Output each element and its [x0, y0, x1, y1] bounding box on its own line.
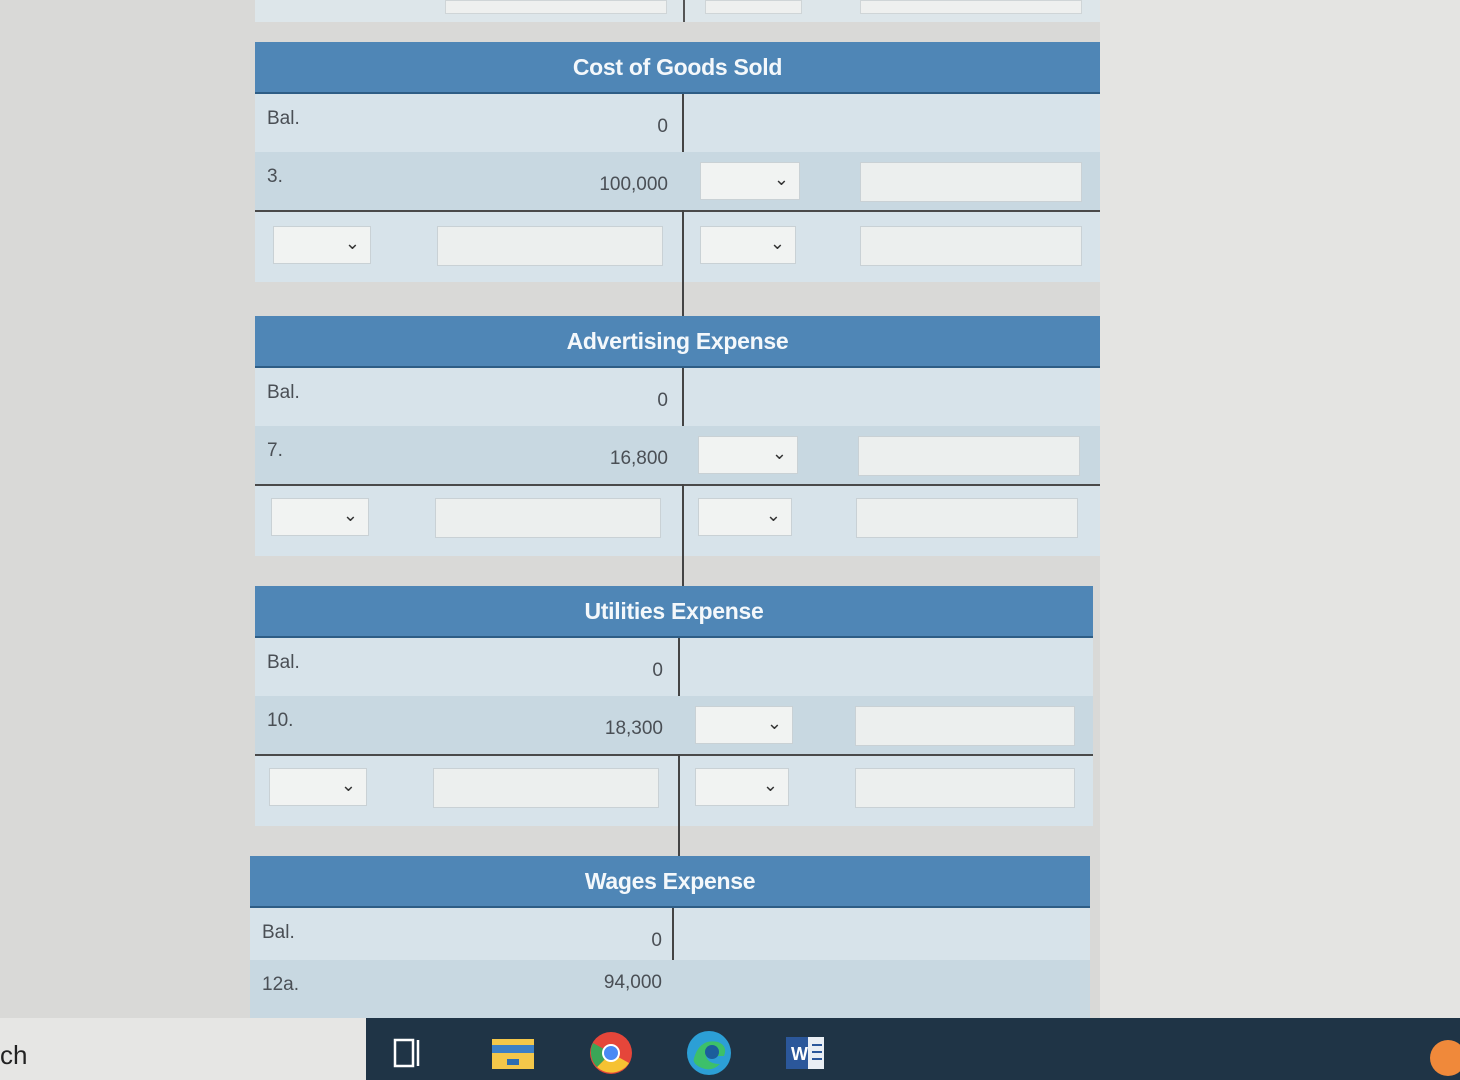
file-explorer-icon[interactable]	[490, 1030, 536, 1076]
total-row: ⌄ ⌄	[255, 212, 1100, 282]
credit-label-select[interactable]: ⌄	[695, 706, 793, 744]
chevron-down-icon: ⌄	[766, 713, 782, 733]
credit-amount-input[interactable]	[858, 436, 1080, 476]
credit-label-select[interactable]: ⌄	[698, 498, 792, 536]
entry-label: 10.	[267, 710, 294, 731]
notification-icon[interactable]	[1430, 1040, 1460, 1076]
total-row: ⌄ ⌄	[255, 486, 1100, 556]
debit-row: Bal. 0	[250, 908, 1090, 960]
entry-label: Bal.	[267, 382, 300, 403]
entry-label: 3.	[267, 166, 283, 187]
chrome-icon[interactable]	[588, 1030, 634, 1076]
debit-total-input[interactable]	[437, 226, 663, 266]
total-row: ⌄ ⌄	[255, 756, 1093, 826]
previous-account-bottom	[255, 0, 1100, 22]
entry-label: 7.	[267, 440, 283, 461]
chevron-down-icon: ⌄	[769, 233, 785, 253]
debit-row: Bal. 0	[255, 368, 1100, 426]
debit-amount: 94,000	[603, 972, 662, 993]
edge-icon[interactable]	[686, 1030, 732, 1076]
credit-total-input[interactable]	[856, 498, 1078, 538]
chevron-down-icon: ⌄	[762, 775, 778, 795]
t-account-cost-of-goods-sold: Cost of Goods Sold Bal. 0 3. 100,000 ⌄ ⌄…	[255, 42, 1100, 332]
credit-amount-input[interactable]	[855, 706, 1075, 746]
task-view-icon[interactable]	[386, 1030, 432, 1076]
credit-label-select[interactable]: ⌄	[695, 768, 789, 806]
debit-amount: 100,000	[599, 174, 668, 195]
debit-amount: 0	[657, 390, 668, 411]
debit-row: 3. 100,000 ⌄	[255, 152, 1100, 210]
t-account-utilities-expense: Utilities Expense Bal. 0 10. 18,300 ⌄ ⌄ …	[255, 586, 1093, 876]
credit-label-select[interactable]: ⌄	[700, 162, 800, 200]
debit-label-select[interactable]: ⌄	[271, 498, 369, 536]
credit-label-select[interactable]: ⌄	[700, 226, 796, 264]
debit-total-input[interactable]	[433, 768, 659, 808]
credit-total-input[interactable]	[855, 768, 1075, 808]
debit-row: 12a. 94,000	[250, 960, 1090, 1020]
debit-label-select[interactable]: ⌄	[273, 226, 371, 264]
chevron-down-icon: ⌄	[342, 505, 358, 525]
chevron-down-icon: ⌄	[765, 505, 781, 525]
entry-label: 12a.	[262, 974, 299, 995]
t-account-wages-expense: Wages Expense Bal. 0 12a. 94,000	[250, 856, 1090, 1020]
debit-amount: 0	[651, 930, 662, 951]
chevron-down-icon: ⌄	[340, 775, 356, 795]
account-title: Advertising Expense	[255, 316, 1100, 368]
t-account-advertising-expense: Advertising Expense Bal. 0 7. 16,800 ⌄ ⌄…	[255, 316, 1100, 606]
chevron-down-icon: ⌄	[773, 169, 789, 189]
credit-label-select[interactable]: ⌄	[698, 436, 798, 474]
account-title: Cost of Goods Sold	[255, 42, 1100, 94]
debit-amount: 18,300	[604, 718, 663, 739]
chevron-down-icon: ⌄	[771, 443, 787, 463]
debit-amount: 0	[652, 660, 663, 681]
entry-label: Bal.	[267, 652, 300, 673]
debit-amount: 0	[657, 116, 668, 137]
account-title: Utilities Expense	[255, 586, 1093, 638]
chevron-down-icon: ⌄	[344, 233, 360, 253]
debit-label-select[interactable]: ⌄	[269, 768, 367, 806]
background-panel	[1100, 0, 1460, 1018]
credit-amount-input[interactable]	[860, 162, 1082, 202]
debit-row: 7. 16,800 ⌄	[255, 426, 1100, 484]
svg-text:W: W	[791, 1044, 808, 1064]
debit-row: Bal. 0	[255, 94, 1100, 152]
entry-label: Bal.	[262, 922, 295, 943]
debit-row: 10. 18,300 ⌄	[255, 696, 1093, 754]
debit-total-input[interactable]	[435, 498, 661, 538]
credit-total-input[interactable]	[860, 226, 1082, 266]
debit-amount: 16,800	[609, 448, 668, 469]
taskbar-search-text[interactable]: ch	[0, 1040, 27, 1071]
account-title: Wages Expense	[250, 856, 1090, 908]
word-icon[interactable]: W	[782, 1030, 828, 1076]
entry-label: Bal.	[267, 108, 300, 129]
debit-row: Bal. 0	[255, 638, 1093, 696]
